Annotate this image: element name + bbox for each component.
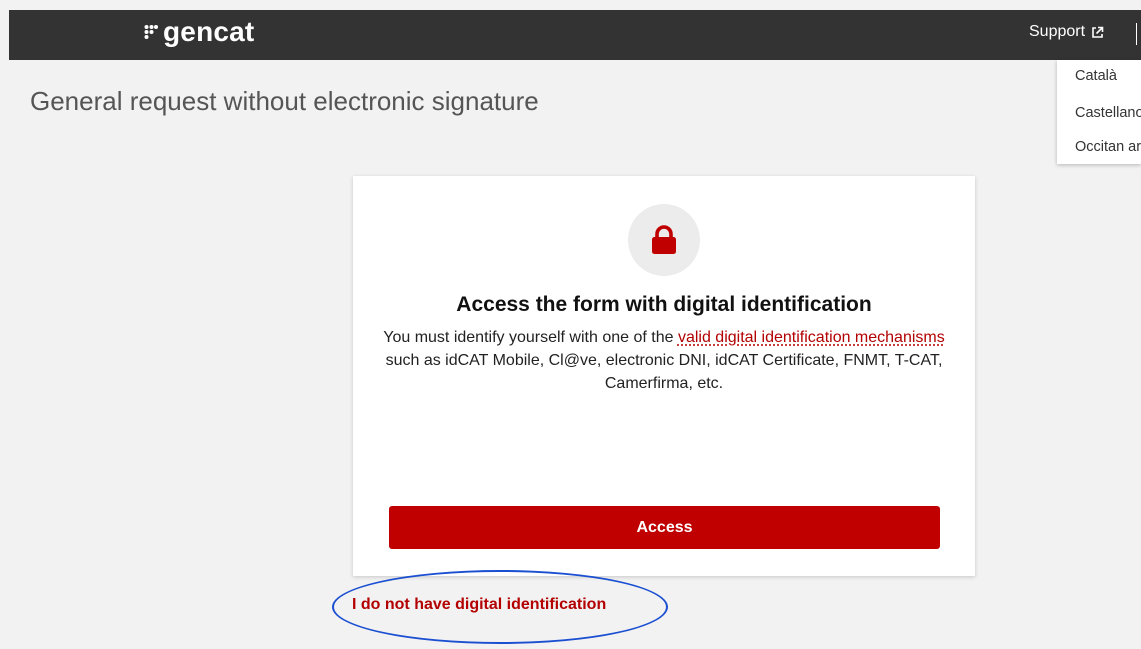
language-option-castellano[interactable]: Castellano xyxy=(1075,105,1141,121)
support-label: Support xyxy=(1029,23,1086,40)
card-title: Access the form with digital identificat… xyxy=(456,293,872,316)
gencat-dots-icon xyxy=(144,25,158,39)
lock-icon-circle xyxy=(628,204,700,276)
access-button[interactable]: Access xyxy=(389,506,940,549)
card-description: You must identify yourself with one of t… xyxy=(383,326,945,395)
page-title: General request without electronic signa… xyxy=(30,86,539,116)
no-digital-id-link[interactable]: I do not have digital identification xyxy=(352,596,606,614)
language-menu: Català Castellano Occitan aranés xyxy=(1057,60,1141,164)
description-suffix: such as idCAT Mobile, Cl@ve, electronic … xyxy=(385,352,943,392)
lock-icon xyxy=(652,225,676,254)
top-header: gencat Support xyxy=(9,10,1141,60)
header-separator xyxy=(1136,23,1137,45)
gencat-logo[interactable]: gencat xyxy=(144,14,254,50)
logo-text: gencat xyxy=(163,16,255,47)
login-card: Access the form with digital identificat… xyxy=(353,176,975,576)
language-option-catala[interactable]: Català xyxy=(1075,68,1117,84)
language-option-occitan[interactable]: Occitan aranés xyxy=(1075,139,1141,155)
valid-mechanisms-link[interactable]: valid digital identification mechanisms xyxy=(678,329,945,346)
support-link[interactable]: Support xyxy=(1029,23,1104,41)
external-link-icon xyxy=(1092,26,1104,38)
description-prefix: You must identify yourself with one of t… xyxy=(383,329,678,346)
